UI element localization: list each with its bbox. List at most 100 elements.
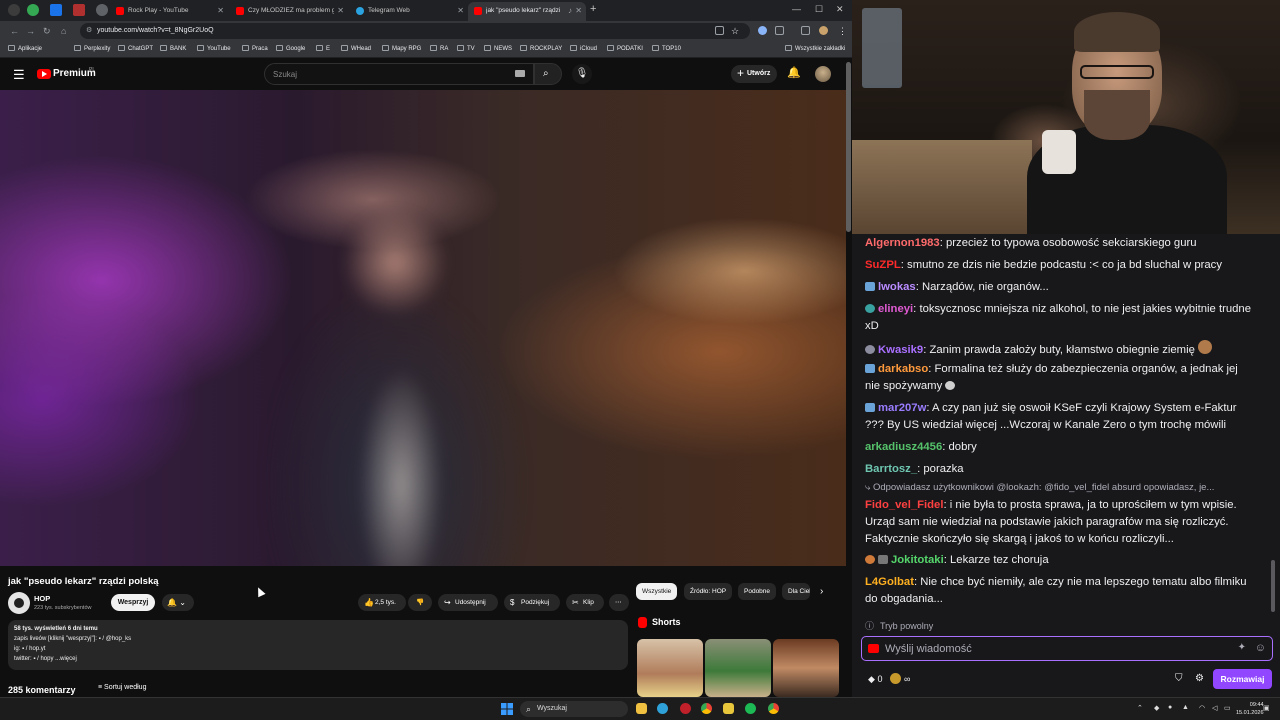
opera-icon[interactable]: [680, 703, 691, 714]
system-clock[interactable]: 09:44 15.01.2026: [1236, 701, 1264, 717]
home-icon[interactable]: ⌂: [61, 26, 66, 36]
downloads-icon[interactable]: [801, 26, 810, 35]
bookmark-folder[interactable]: RA: [430, 45, 448, 52]
bookmark-folder[interactable]: PODATKI: [607, 45, 643, 52]
start-menu-icon[interactable]: [501, 703, 513, 715]
file-explorer-icon[interactable]: [636, 703, 647, 714]
search-input[interactable]: Szukaj: [264, 63, 534, 85]
youtube-logo-icon[interactable]: [37, 69, 51, 79]
bookmark-star-icon[interactable]: ☆: [731, 26, 739, 37]
emoji-icon[interactable]: ☺: [1255, 642, 1266, 654]
extension-icon[interactable]: [758, 26, 767, 35]
bookmark-item[interactable]: Aplikacje: [8, 45, 42, 52]
shield-icon[interactable]: ⛉: [1175, 673, 1183, 684]
tray-app-icon[interactable]: ▲: [1182, 704, 1189, 711]
tray-app-icon[interactable]: ●: [1168, 704, 1172, 711]
channel-name[interactable]: HOP: [34, 594, 50, 603]
battery-icon[interactable]: ▭: [1224, 704, 1231, 712]
pinned-tab-icon[interactable]: [27, 4, 39, 16]
forward-icon[interactable]: →: [26, 26, 35, 36]
maximize-icon[interactable]: ☐: [815, 4, 823, 15]
notifications-icon[interactable]: ▣: [1263, 704, 1270, 712]
page-scrollbar[interactable]: [846, 62, 851, 232]
chip-all[interactable]: Wszystkie: [636, 583, 678, 600]
bookmark-folder[interactable]: Mapy RPG: [382, 45, 421, 52]
chrome-icon[interactable]: [701, 703, 712, 714]
chrome-alt-icon[interactable]: [768, 703, 779, 714]
bookmark-item[interactable]: Perplexity: [74, 45, 110, 52]
subscription-bell-button[interactable]: 🔔 ⌄: [162, 594, 194, 611]
description-box[interactable]: 58 tys. wyświetleń 6 dni temu zapis live…: [8, 620, 628, 670]
bookmark-folder[interactable]: Google: [276, 45, 305, 52]
browser-menu-icon[interactable]: ⋮: [838, 26, 847, 37]
chat-send-button[interactable]: Rozmawiaj: [1213, 669, 1272, 689]
tab-active-video[interactable]: jak "pseudo lekarz" rządzi p ♪ ✕: [468, 2, 586, 21]
short-thumbnail[interactable]: [705, 639, 771, 697]
pinned-tab-icon[interactable]: [50, 4, 62, 16]
clip-button[interactable]: ✂ Klip: [566, 594, 604, 611]
bookmark-folder[interactable]: iCloud: [570, 45, 597, 52]
reply-context[interactable]: ⤷ Odpowiadasz użytkownikowi @lookazh: @f…: [865, 482, 1255, 493]
pinned-tab-icon[interactable]: [96, 4, 108, 16]
back-icon[interactable]: ←: [10, 26, 19, 36]
bookmark-folder[interactable]: E: [316, 45, 330, 52]
bookmark-folder[interactable]: BANK: [160, 45, 186, 52]
tab-rock-play[interactable]: Rock Play - YouTube ✕: [110, 2, 228, 21]
search-button[interactable]: ⌕: [534, 63, 562, 85]
bookmark-folder[interactable]: YouTube: [197, 45, 231, 52]
bookmark-folder[interactable]: TV: [457, 45, 475, 52]
voice-search-icon[interactable]: 🎙: [572, 64, 592, 84]
tab-telegram[interactable]: Telegram Web ✕: [350, 2, 468, 21]
more-actions-button[interactable]: ⋯: [609, 594, 629, 611]
reload-icon[interactable]: ↻: [43, 26, 51, 37]
pinned-tab-icon[interactable]: [73, 4, 85, 16]
close-tab-icon[interactable]: ✕: [457, 6, 464, 15]
close-window-icon[interactable]: ✕: [836, 4, 844, 15]
short-thumbnail[interactable]: [637, 639, 703, 697]
all-bookmarks-folder[interactable]: Wszystkie zakładki: [785, 45, 845, 52]
tray-app-icon[interactable]: ◆: [1154, 704, 1159, 712]
create-button[interactable]: Utwórz: [731, 64, 777, 83]
chat-scrollbar[interactable]: [1271, 560, 1275, 612]
site-info-icon[interactable]: ⚙: [86, 26, 92, 34]
dislike-button[interactable]: 👎: [408, 594, 432, 611]
volume-icon[interactable]: ◁: [1212, 704, 1217, 712]
bookmark-item[interactable]: TOP10: [652, 45, 681, 52]
close-tab-icon[interactable]: ✕: [337, 6, 344, 15]
chip-for-you[interactable]: Dla Ciebie: [782, 583, 810, 600]
audio-playing-icon[interactable]: ♪: [568, 6, 572, 15]
profile-avatar[interactable]: [819, 26, 828, 35]
chevron-right-icon[interactable]: ›: [820, 586, 823, 597]
taskbar-search[interactable]: Wyszukaj: [520, 701, 628, 717]
close-tab-icon[interactable]: ✕: [217, 6, 224, 15]
account-avatar[interactable]: [815, 66, 831, 82]
share-button[interactable]: ↪ Udostępnij: [438, 594, 498, 611]
keyboard-icon[interactable]: [515, 70, 525, 77]
sort-comments-button[interactable]: ≡ Sortuj według: [98, 684, 146, 691]
wifi-icon[interactable]: ◠: [1199, 704, 1205, 712]
chat-message-input[interactable]: Wyślij wiadomość ✦ ☺: [861, 636, 1273, 661]
channel-avatar[interactable]: [8, 592, 30, 614]
bookmark-folder[interactable]: NEWS: [484, 45, 512, 52]
cast-icon[interactable]: [715, 26, 724, 35]
chip-source[interactable]: Źródło: HOP: [684, 583, 733, 600]
sticky-notes-icon[interactable]: [723, 703, 734, 714]
guide-menu-icon[interactable]: ☰: [13, 67, 25, 83]
chip-similar[interactable]: Podobne: [738, 583, 777, 600]
tray-chevron-icon[interactable]: ⌃: [1137, 704, 1143, 712]
notifications-bell-icon[interactable]: 🔔: [787, 66, 801, 79]
video-player[interactable]: [0, 90, 846, 566]
bookmark-folder[interactable]: Praca: [242, 45, 268, 52]
tab-mlodziez[interactable]: Czy MŁODZIEŻ ma problem ge ✕: [230, 2, 348, 21]
short-thumbnail[interactable]: [773, 639, 839, 697]
close-tab-icon[interactable]: ✕: [575, 6, 582, 15]
settings-gear-icon[interactable]: ⚙: [1195, 673, 1204, 684]
support-button[interactable]: Wesprzyj: [111, 594, 155, 611]
bookmark-item[interactable]: ROCKPLAY: [520, 45, 562, 52]
extensions-puzzle-icon[interactable]: [775, 26, 784, 35]
channel-points[interactable]: ◆ 0 ∞: [868, 673, 910, 685]
like-button[interactable]: 👍 2,5 tys.: [358, 594, 406, 611]
minimize-icon[interactable]: —: [792, 4, 801, 14]
bookmark-item[interactable]: WHead: [341, 45, 371, 52]
spotify-icon[interactable]: [745, 703, 756, 714]
